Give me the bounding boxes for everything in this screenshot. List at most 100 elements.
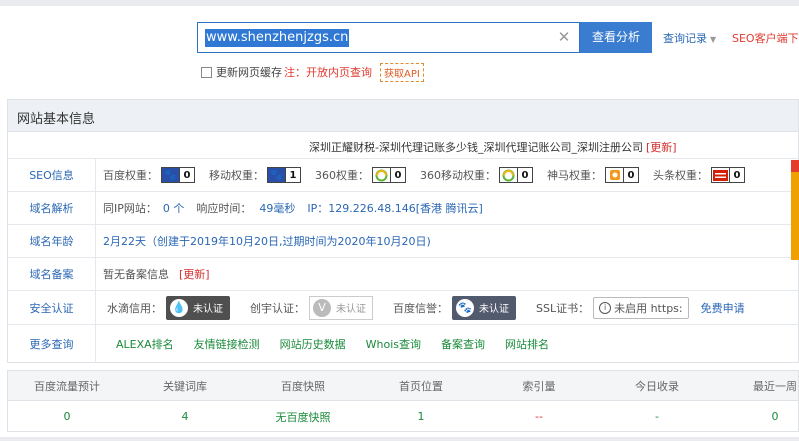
domain-age-label: 域名年龄 <box>8 225 96 257</box>
stats-value[interactable]: 4 <box>126 401 244 432</box>
record-row-body: 暂无备案信息 [更新] <box>103 258 798 290</box>
360-mobile-rank[interactable]: 360移动权重： 0 <box>420 167 533 183</box>
get-api-button[interactable]: 获取API <box>380 62 424 82</box>
stats-value: 无百度快照 <box>275 410 331 424</box>
shenma-icon <box>606 168 623 182</box>
domain-age-body: 2月22天（创建于2019年10月20日,过期时间为2020年10月20日) <box>103 225 798 257</box>
baidu-rank-label: 百度权重： <box>103 169 158 182</box>
security-row-body: 水滴信用： 💧 未认证 创宇认证： V 未认证 百度信誉： 🐾 未认证 SSL证书： … <box>103 291 798 324</box>
ssl-label: SSL证书： <box>536 301 590 315</box>
toutiao-rank[interactable]: 头条权重： 0 <box>653 167 745 183</box>
mobile-rank-value: 1 <box>285 168 300 182</box>
site-title-text: 深圳正耀财税-深圳代理记账多少钱_深圳代理记账公司_深圳注册公司 <box>309 141 643 154</box>
domain-row: 域名解析 同IP网站： 0 个 响应时间： 49毫秒 IP：129.226.48… <box>8 192 798 225</box>
water-drop-icon: 💧 <box>170 298 188 317</box>
mobile-paw-icon: 🐾 <box>268 168 285 182</box>
site-title-update-button[interactable]: [更新] <box>646 141 677 154</box>
360-rank[interactable]: 360权重： 0 <box>315 167 406 183</box>
stats-header: 最近一周 <box>753 379 797 393</box>
toutiao-rank-value: 0 <box>729 168 744 182</box>
baidu-rank-value: 0 <box>179 168 194 182</box>
baidu-paw-icon: 🐾 <box>162 168 179 182</box>
360-mobile-rank-label: 360移动权重： <box>420 169 496 182</box>
record-row: 域名备案 暂无备案信息 [更新] <box>8 258 798 291</box>
record-row-label: 域名备案 <box>8 258 96 290</box>
search-input[interactable]: www.shenzhenjzgs.cn <box>205 29 350 47</box>
history-dropdown[interactable]: 查询记录 ▼ <box>663 30 716 46</box>
stats-value: 0 <box>63 410 71 423</box>
seo-client-link[interactable]: SEO客户端下载 <box>732 30 799 46</box>
site-rank-link[interactable]: 网站排名 <box>505 336 549 352</box>
side-tab-top <box>791 160 799 172</box>
baidu-credit-label: 百度信誉： <box>393 301 448 315</box>
free-apply-link[interactable]: 免费申请 <box>701 300 745 316</box>
baidu-rank[interactable]: 百度权重： 🐾 0 <box>103 167 195 183</box>
360-mobile-icon <box>500 168 517 182</box>
shenma-rank-label: 神马权重： <box>547 169 602 182</box>
response-time-value: 49毫秒 <box>259 202 296 215</box>
search-box[interactable]: www.shenzhenjzgs.cn ✕ <box>197 22 580 53</box>
top-strip <box>0 0 799 6</box>
update-cache-checkbox[interactable] <box>201 66 212 78</box>
security-row-label: 安全认证 <box>8 291 96 324</box>
site-title-row: 深圳正耀财税-深圳代理记账多少钱_深圳代理记账公司_深圳注册公司 [更新] <box>8 133 798 159</box>
seo-row-label: SEO信息 <box>8 159 96 191</box>
mobile-rank-label: 移动权重： <box>209 169 264 182</box>
water-credit-status: 未认证 <box>193 304 223 315</box>
clear-icon[interactable]: ✕ <box>556 29 572 45</box>
more-row-label: 更多查询 <box>8 325 96 363</box>
panel-header: 网站基本信息 <box>8 100 798 132</box>
360-rank-label: 360权重： <box>315 169 369 182</box>
chuangyu-status: 未认证 <box>336 304 366 315</box>
mobile-rank[interactable]: 移动权重： 🐾 1 <box>209 167 301 183</box>
panel-title: 网站基本信息 <box>17 112 96 127</box>
toutiao-icon <box>712 168 729 182</box>
update-cache-label: 更新网页缓存 <box>216 66 282 79</box>
domain-row-body: 同IP网站： 0 个 响应时间： 49毫秒 IP：129.226.48.146[… <box>103 192 798 224</box>
seo-row: SEO信息 百度权重： 🐾 0 移动权重： 🐾 1 360权重： 0 360移动权重… <box>8 159 798 192</box>
baidu-credit-status: 未认证 <box>479 304 509 315</box>
water-credit-label: 水滴信用： <box>107 301 162 315</box>
analyze-button[interactable]: 查看分析 <box>580 22 652 53</box>
response-time-label: 响应时间： <box>196 202 252 215</box>
friend-link-check[interactable]: 友情链接检测 <box>194 336 260 352</box>
water-credit-badge[interactable]: 💧 未认证 <box>166 295 230 320</box>
cache-row: 更新网页缓存 注：开放内页查询 获取API <box>201 62 424 82</box>
toutiao-rank-label: 头条权重： <box>653 169 708 182</box>
chuangyu-badge[interactable]: V 未认证 <box>309 295 373 320</box>
ip-info[interactable]: IP：129.226.48.146[香港 腾讯云] <box>307 200 482 216</box>
360-icon <box>373 168 390 182</box>
360-rank-value: 0 <box>390 168 405 182</box>
ssl-badge[interactable]: i 未启用 https: <box>593 296 689 319</box>
more-row: 更多查询 ALEXA排名 友情链接检测 网站历史数据 Whois查询 备案查询 … <box>8 325 798 363</box>
record-text: 暂无备案信息 <box>103 268 169 281</box>
shenma-rank[interactable]: 神马权重： 0 <box>547 167 639 183</box>
same-ip-value[interactable]: 0 个 <box>163 200 185 216</box>
stats-header: 今日收录 <box>635 379 679 393</box>
icp-record-link[interactable]: 备案查询 <box>441 336 485 352</box>
side-tab[interactable] <box>791 160 799 260</box>
chevron-down-icon: ▼ <box>710 35 717 44</box>
seo-row-body: 百度权重： 🐾 0 移动权重： 🐾 1 360权重： 0 360移动权重： 0 神马… <box>103 159 798 191</box>
security-row: 安全认证 水滴信用： 💧 未认证 创宇认证： V 未认证 百度信誉： 🐾 未认证 SS… <box>8 291 798 325</box>
stats-value: -- <box>535 410 543 423</box>
stats-header: 百度流量预计 <box>34 379 100 393</box>
more-row-body: ALEXA排名 友情链接检测 网站历史数据 Whois查询 备案查询 网站排名 <box>116 325 798 363</box>
history-data-link[interactable]: 网站历史数据 <box>280 336 346 352</box>
site-title: 深圳正耀财税-深圳代理记账多少钱_深圳代理记账公司_深圳注册公司 [更新] <box>309 139 677 155</box>
ssl-status: 未启用 https: <box>614 301 683 315</box>
cache-note[interactable]: 注：开放内页查询 <box>284 64 372 80</box>
info-icon: i <box>599 301 612 314</box>
360-mobile-rank-value: 0 <box>517 168 532 182</box>
stats-value: 0 <box>771 410 779 423</box>
baidu-credit-badge[interactable]: 🐾 未认证 <box>452 295 516 320</box>
record-update-button[interactable]: [更新] <box>179 266 210 282</box>
domain-row-label: 域名解析 <box>8 192 96 224</box>
stats-header-row: 百度流量预计 关键词库 百度快照 首页位置 索引量 今日收录 最近一周 <box>8 371 798 401</box>
stats-header: 索引量 <box>522 379 556 393</box>
baidu-paw-icon: 🐾 <box>456 298 474 317</box>
bottom-strip <box>0 437 799 441</box>
whois-link[interactable]: Whois查询 <box>366 336 421 352</box>
alexa-link[interactable]: ALEXA排名 <box>116 336 174 352</box>
chuangyu-shield-icon: V <box>313 298 331 317</box>
